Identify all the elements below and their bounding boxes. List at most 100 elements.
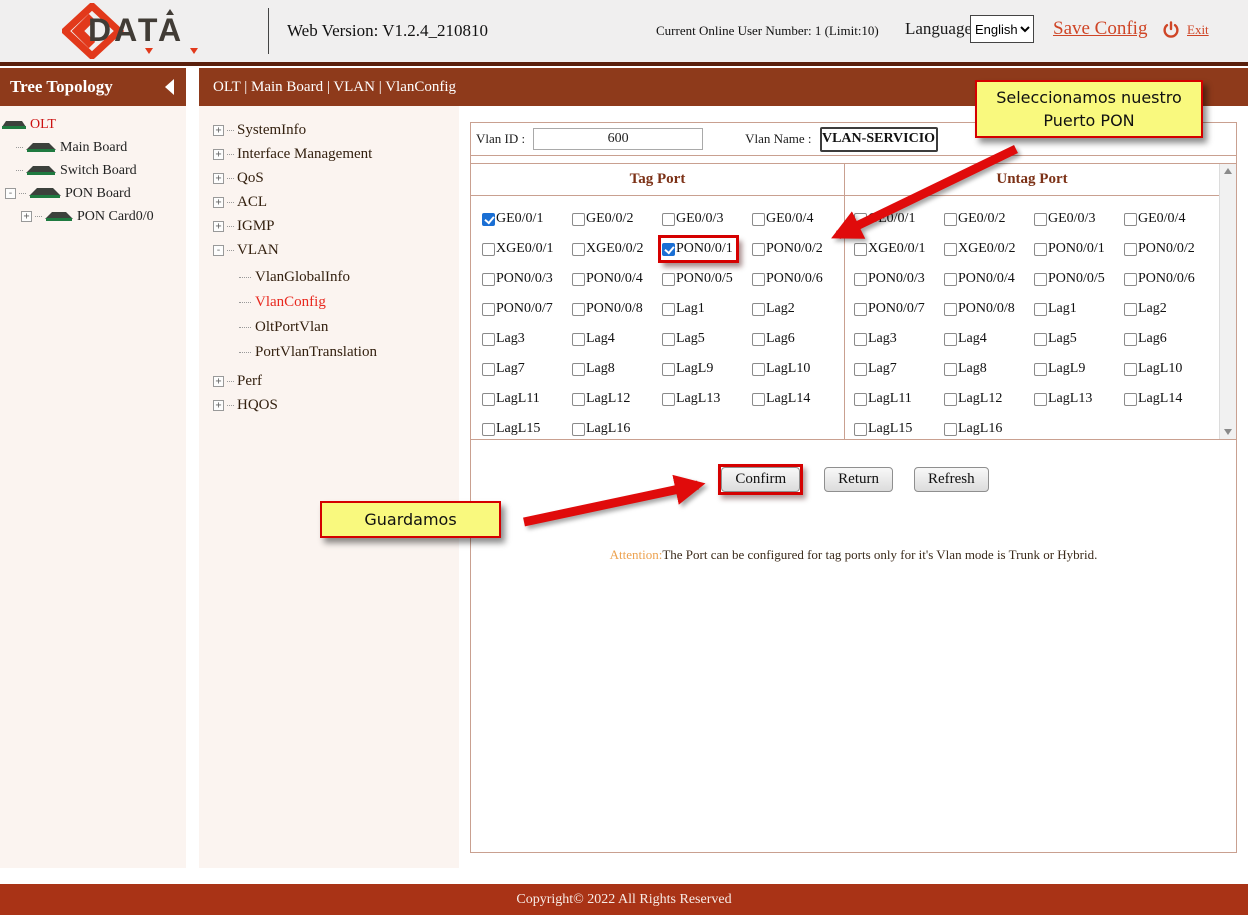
untag-port-PON0/0/6[interactable]: PON0/0/6 (1123, 268, 1198, 290)
checkbox[interactable] (662, 333, 675, 346)
untag-port-LagL12[interactable]: LagL12 (943, 388, 1005, 410)
checkbox[interactable] (482, 363, 495, 376)
untag-port-PON0/0/7[interactable]: PON0/0/7 (853, 298, 928, 320)
menu-item-systeminfo[interactable]: + SystemInfo (199, 118, 459, 142)
checkbox[interactable] (482, 213, 495, 226)
tag-port-PON0/0/4[interactable]: PON0/0/4 (571, 268, 646, 290)
checkbox[interactable] (1034, 273, 1047, 286)
untag-port-GE0/0/1[interactable]: GE0/0/1 (853, 208, 918, 230)
untag-port-GE0/0/2[interactable]: GE0/0/2 (943, 208, 1008, 230)
checkbox[interactable] (1034, 303, 1047, 316)
expand-expander-icon[interactable]: + (213, 221, 224, 232)
checkbox[interactable] (662, 213, 675, 226)
checkbox[interactable] (944, 213, 957, 226)
menu-item-vlan[interactable]: - VLAN (199, 238, 459, 262)
save-config-link[interactable]: Save Config (1053, 18, 1147, 40)
tag-port-Lag4[interactable]: Lag4 (571, 328, 618, 350)
checkbox[interactable] (944, 273, 957, 286)
checkbox[interactable] (572, 303, 585, 316)
checkbox[interactable] (482, 333, 495, 346)
checkbox[interactable] (482, 303, 495, 316)
checkbox[interactable] (854, 423, 867, 436)
collapse-expander-icon[interactable]: - (213, 245, 224, 256)
untag-port-Lag5[interactable]: Lag5 (1033, 328, 1080, 350)
checkbox[interactable] (752, 243, 765, 256)
untag-port-PON0/0/1[interactable]: PON0/0/1 (1033, 238, 1108, 260)
scroll-down-icon[interactable] (1224, 429, 1232, 435)
untag-port-GE0/0/4[interactable]: GE0/0/4 (1123, 208, 1188, 230)
tag-port-LagL9[interactable]: LagL9 (661, 358, 716, 380)
checkbox[interactable] (944, 393, 957, 406)
table-scrollbar[interactable] (1219, 164, 1236, 439)
refresh-button[interactable]: Refresh (914, 467, 989, 492)
tag-port-GE0/0/2[interactable]: GE0/0/2 (571, 208, 636, 230)
checkbox[interactable] (572, 393, 585, 406)
tag-port-Lag8[interactable]: Lag8 (571, 358, 618, 380)
untag-port-GE0/0/3[interactable]: GE0/0/3 (1033, 208, 1098, 230)
checkbox[interactable] (482, 423, 495, 436)
untag-port-PON0/0/3[interactable]: PON0/0/3 (853, 268, 928, 290)
untag-port-LagL13[interactable]: LagL13 (1033, 388, 1095, 410)
checkbox[interactable] (662, 393, 675, 406)
tag-port-LagL11[interactable]: LagL11 (481, 388, 543, 410)
checkbox[interactable] (854, 393, 867, 406)
tag-port-LagL15[interactable]: LagL15 (481, 418, 543, 440)
checkbox[interactable] (1034, 333, 1047, 346)
checkbox[interactable] (662, 303, 675, 316)
tag-port-LagL16[interactable]: LagL16 (571, 418, 633, 440)
untag-port-PON0/0/2[interactable]: PON0/0/2 (1123, 238, 1198, 260)
untag-port-Lag7[interactable]: Lag7 (853, 358, 900, 380)
untag-port-PON0/0/8[interactable]: PON0/0/8 (943, 298, 1018, 320)
expand-expander-icon[interactable]: + (213, 125, 224, 136)
checkbox[interactable] (1034, 393, 1047, 406)
tag-port-PON0/0/5[interactable]: PON0/0/5 (661, 268, 736, 290)
checkbox[interactable] (752, 393, 765, 406)
untag-port-PON0/0/4[interactable]: PON0/0/4 (943, 268, 1018, 290)
menu-item-vlanconfig[interactable]: VlanConfig (199, 290, 459, 315)
expand-expander-icon[interactable]: + (213, 400, 224, 411)
checkbox[interactable] (572, 273, 585, 286)
untag-port-LagL15[interactable]: LagL15 (853, 418, 915, 440)
tag-port-LagL13[interactable]: LagL13 (661, 388, 723, 410)
expand-expander-icon[interactable]: + (213, 173, 224, 184)
checkbox[interactable] (1124, 393, 1137, 406)
tag-port-LagL14[interactable]: LagL14 (751, 388, 813, 410)
tag-port-XGE0/0/2[interactable]: XGE0/0/2 (571, 238, 647, 260)
checkbox[interactable] (1034, 213, 1047, 226)
checkbox[interactable] (482, 273, 495, 286)
checkbox[interactable] (572, 213, 585, 226)
menu-item-portvlantranslation[interactable]: PortVlanTranslation (199, 340, 459, 365)
power-icon[interactable] (1162, 21, 1180, 39)
tag-port-Lag5[interactable]: Lag5 (661, 328, 708, 350)
expand-expander-icon[interactable]: + (213, 197, 224, 208)
collapse-panel-icon[interactable] (165, 79, 174, 95)
tag-port-PON0/0/7[interactable]: PON0/0/7 (481, 298, 556, 320)
tag-port-PON0/0/8[interactable]: PON0/0/8 (571, 298, 646, 320)
checkbox[interactable] (854, 333, 867, 346)
untag-port-XGE0/0/2[interactable]: XGE0/0/2 (943, 238, 1019, 260)
menu-item-acl[interactable]: + ACL (199, 190, 459, 214)
untag-port-LagL11[interactable]: LagL11 (853, 388, 915, 410)
menu-item-hqos[interactable]: + HQOS (199, 393, 459, 417)
tag-port-Lag3[interactable]: Lag3 (481, 328, 528, 350)
checkbox[interactable] (572, 333, 585, 346)
checkbox[interactable] (944, 333, 957, 346)
expand-expander-icon[interactable]: + (213, 149, 224, 160)
tag-port-LagL12[interactable]: LagL12 (571, 388, 633, 410)
checkbox[interactable] (752, 303, 765, 316)
tag-port-PON0/0/3[interactable]: PON0/0/3 (481, 268, 556, 290)
tag-port-LagL10[interactable]: LagL10 (751, 358, 813, 380)
collapse-expander-icon[interactable]: - (5, 188, 16, 199)
checkbox[interactable] (1124, 303, 1137, 316)
untag-port-PON0/0/5[interactable]: PON0/0/5 (1033, 268, 1108, 290)
checkbox[interactable] (854, 273, 867, 286)
vlan-id-input[interactable] (533, 128, 703, 150)
checkbox[interactable] (944, 243, 957, 256)
checkbox[interactable] (662, 243, 675, 256)
return-button[interactable]: Return (824, 467, 893, 492)
checkbox[interactable] (1034, 243, 1047, 256)
tag-port-PON0/0/6[interactable]: PON0/0/6 (751, 268, 826, 290)
checkbox[interactable] (944, 303, 957, 316)
untag-port-LagL10[interactable]: LagL10 (1123, 358, 1185, 380)
tree-item-olt[interactable]: OLT (0, 113, 186, 136)
